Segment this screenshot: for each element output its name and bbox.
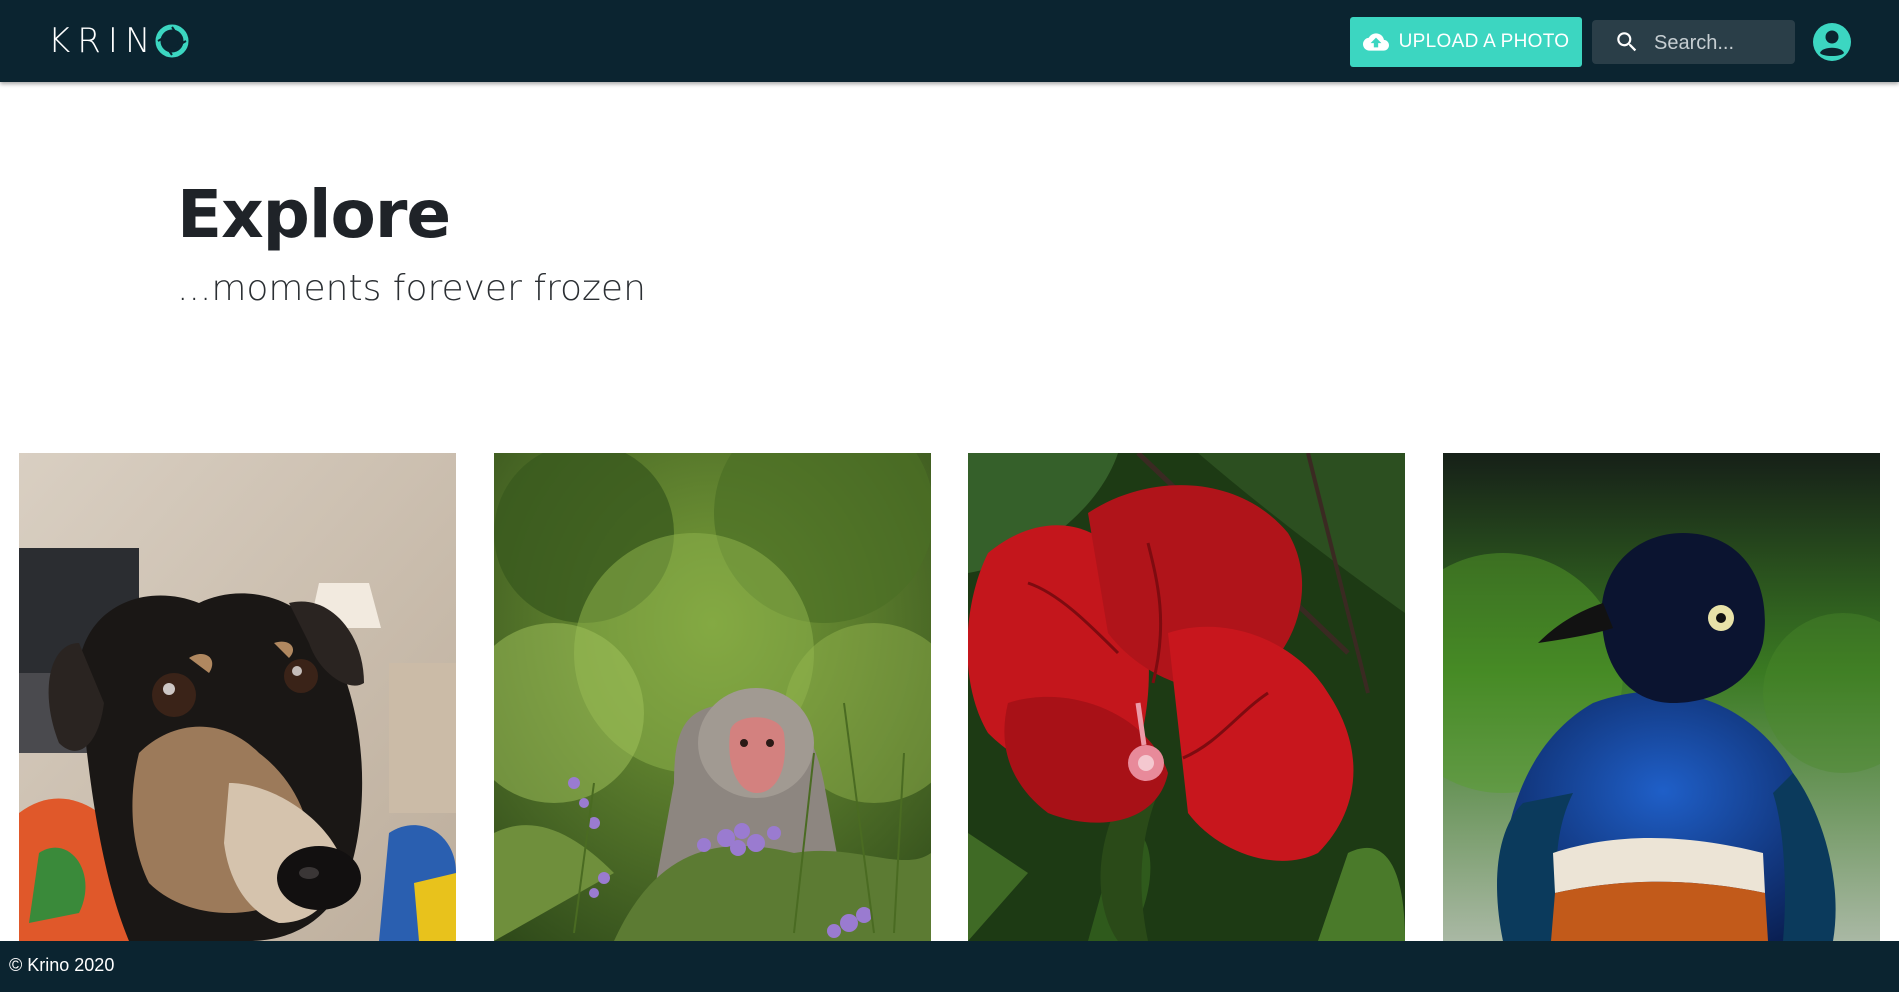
page-title: Explore bbox=[177, 176, 451, 253]
aperture-logo-icon bbox=[155, 24, 189, 58]
starling-photo bbox=[1443, 453, 1880, 941]
cloud-upload-icon bbox=[1362, 33, 1389, 51]
account-circle-icon bbox=[1813, 23, 1851, 61]
photo-card-dog[interactable] bbox=[19, 453, 456, 941]
upload-photo-button[interactable]: UPLOAD A PHOTO bbox=[1350, 17, 1582, 67]
photo-card-bird[interactable] bbox=[1443, 453, 1880, 941]
upload-button-label: UPLOAD A PHOTO bbox=[1398, 31, 1570, 52]
logo-text: KRIN bbox=[48, 21, 158, 61]
search-input[interactable] bbox=[1652, 20, 1792, 66]
copyright-text: © Krino 2020 bbox=[9, 955, 115, 975]
photo-card-flower[interactable] bbox=[968, 453, 1405, 941]
footer: © Krino 2020 bbox=[0, 941, 1899, 992]
page-subtitle: ...moments forever frozen bbox=[177, 268, 646, 309]
search-icon bbox=[1617, 32, 1637, 52]
snow-monkey-photo bbox=[494, 453, 931, 941]
top-navbar: KRIN UPLOAD A PHOTO bbox=[0, 0, 1899, 82]
dog-photo bbox=[19, 453, 456, 941]
hibiscus-photo bbox=[968, 453, 1405, 941]
account-button[interactable] bbox=[1812, 22, 1852, 62]
krino-logo[interactable]: KRIN bbox=[48, 21, 189, 61]
search-box[interactable] bbox=[1592, 20, 1795, 66]
photo-card-monkey[interactable] bbox=[494, 453, 931, 941]
photo-gallery bbox=[0, 453, 1899, 941]
